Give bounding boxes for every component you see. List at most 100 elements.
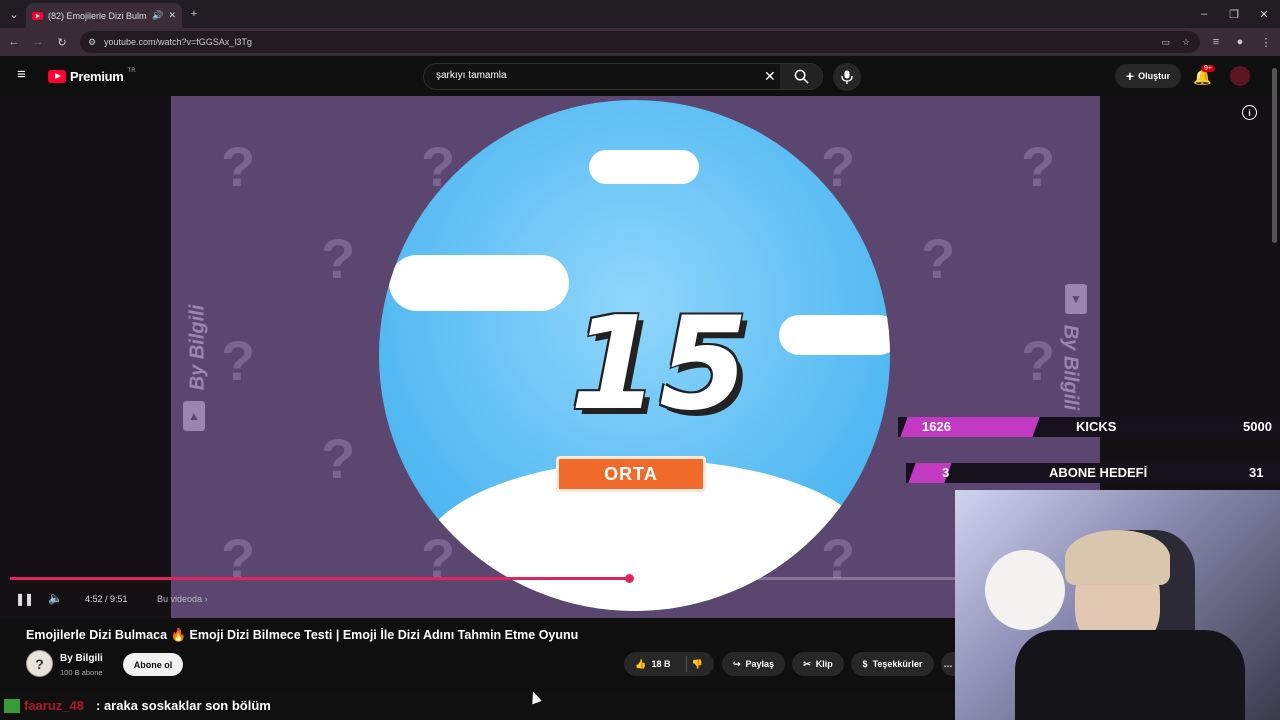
cloud [389, 255, 569, 311]
thanks-icon: $ [862, 659, 868, 669]
streamer-body [1015, 630, 1245, 720]
page-scrollbar[interactable] [1272, 68, 1277, 243]
browser-tab-bar: ⌄ (82) Emojilerle Dizi Bulmaca 🔊 ✕ + – ❐… [0, 0, 1280, 28]
streamer-webcam [955, 490, 1280, 720]
countdown-number: 15 [570, 290, 749, 439]
tab-search-icon[interactable]: ⌄ [6, 6, 22, 22]
more-actions-button[interactable]: … [941, 652, 955, 676]
question-mark: ? [221, 527, 256, 590]
notification-badge: 9+ [1201, 65, 1215, 72]
search-icon [794, 69, 809, 84]
sub-goal-target: 31 [1249, 465, 1264, 480]
kicks-goal: 5000 [1243, 419, 1272, 434]
cloud [589, 150, 699, 184]
progress-scrubber[interactable] [624, 574, 634, 583]
subscriber-count: 100 B abone [60, 668, 103, 677]
kicks-label: KICKS [1076, 419, 1117, 434]
plush-toy [985, 550, 1065, 630]
chevron-right-icon: › [204, 594, 208, 604]
up-arrow-icon: ▲ [183, 401, 205, 431]
clear-search-icon[interactable]: ✕ [764, 68, 776, 85]
like-button[interactable]: 👍 18 B 👎 [624, 652, 714, 676]
chapter-button[interactable]: Bu videoda › [157, 594, 208, 604]
reload-icon[interactable]: ↻ [54, 34, 70, 50]
chat-username: faaruz_48 [24, 698, 84, 713]
share-label: Paylaş [745, 659, 775, 669]
question-mark: ? [221, 329, 256, 392]
difficulty-label: ORTA [556, 456, 706, 492]
create-label: Oluştur [1138, 71, 1171, 81]
create-button[interactable]: + Oluştur [1115, 64, 1181, 88]
youtube-header: ≡ Premium TR ✕ + Oluştur 🔔 9+ [0, 56, 1280, 96]
region-code: TR [127, 67, 136, 74]
back-icon[interactable]: ← [6, 34, 22, 50]
mic-icon [841, 70, 853, 84]
time-display: 4:52 / 9:51 [85, 594, 128, 604]
clip-label: Klip [815, 659, 833, 669]
forward-icon[interactable]: → [30, 34, 46, 50]
restore-icon[interactable]: ❐ [1226, 6, 1242, 22]
browser-tab[interactable]: (82) Emojilerle Dizi Bulmaca 🔊 ✕ [26, 3, 182, 28]
media-icon[interactable]: ≡ [1208, 34, 1224, 50]
url-text: youtube.com/watch?v=fGGSAx_l3Tg [104, 37, 252, 47]
clip-button[interactable]: ✂ Klip [792, 652, 844, 676]
address-field[interactable]: ⚙ youtube.com/watch?v=fGGSAx_l3Tg ▭ ☆ [80, 31, 1200, 53]
thumbs-down-icon[interactable]: 👎 [692, 659, 703, 670]
pause-icon[interactable]: ❚❚ [15, 592, 34, 606]
search-box: ✕ [423, 63, 823, 90]
youtube-logo[interactable]: Premium TR [48, 67, 136, 84]
volume-icon[interactable]: 🔈 [48, 591, 63, 605]
youtube-play-icon [48, 70, 66, 83]
new-tab-icon[interactable]: + [186, 6, 202, 22]
question-mark: ? [921, 227, 956, 290]
thanks-label: Teşekkürler [872, 659, 923, 669]
progress-played [10, 577, 629, 580]
chapter-label: Bu videoda [157, 594, 203, 604]
share-icon: ↪ [732, 658, 741, 669]
thanks-button[interactable]: $ Teşekkürler [851, 652, 934, 676]
progress-bar[interactable] [10, 577, 955, 580]
account-avatar[interactable] [1230, 66, 1250, 86]
close-window-icon[interactable]: ✕ [1256, 6, 1272, 22]
question-mark: ? [321, 227, 356, 290]
install-icon[interactable]: ▭ [1161, 37, 1170, 48]
subscribe-button[interactable]: Abone ol [123, 653, 183, 676]
question-mark: ? [221, 135, 256, 198]
sub-current: 3 [942, 465, 950, 480]
like-divider [685, 656, 687, 672]
chat-badge-icon [4, 699, 20, 713]
chat-message: : araka soskaklar son bölüm [96, 698, 271, 713]
question-mark: ? [1021, 135, 1056, 198]
question-mark: ? [321, 427, 356, 490]
down-arrow-icon: ▼ [1065, 284, 1087, 314]
minimize-icon[interactable]: – [1196, 6, 1212, 22]
voice-search-button[interactable] [833, 63, 861, 91]
share-button[interactable]: ↪ Paylaş [722, 652, 785, 676]
audio-icon[interactable]: 🔊 [152, 10, 163, 21]
youtube-favicon-icon [32, 11, 43, 20]
info-icon[interactable]: i [1242, 105, 1257, 120]
question-mark: ? [1021, 329, 1056, 392]
thumbs-up-icon: 👍 [635, 658, 647, 669]
search-button[interactable] [780, 64, 822, 89]
site-info-icon[interactable]: ⚙ [88, 37, 96, 48]
streamer-hair [1065, 530, 1170, 585]
notifications-button[interactable]: 🔔 9+ [1193, 65, 1215, 86]
kicks-current: 1626 [922, 419, 951, 434]
channel-name[interactable]: By Bilgili [60, 653, 103, 664]
profile-icon[interactable]: ● [1232, 34, 1248, 50]
side-brand-right: By Bilgili [1059, 324, 1082, 411]
hamburger-menu-icon[interactable]: ≡ [17, 67, 31, 82]
menu-icon[interactable]: ⋮ [1258, 34, 1274, 50]
search-input[interactable] [434, 69, 754, 82]
plus-icon: + [1125, 68, 1135, 84]
close-tab-icon[interactable]: ✕ [168, 10, 176, 21]
chat-overlay: faaruz_48 : araka soskaklar son bölüm [0, 692, 955, 720]
bookmark-icon[interactable]: ☆ [1182, 37, 1190, 48]
channel-avatar[interactable]: ? [26, 650, 53, 677]
video-title[interactable]: Emojilerle Dizi Bulmaca 🔥 Emoji Dizi Bil… [26, 628, 578, 643]
like-count: 18 B [651, 659, 671, 669]
tab-title: (82) Emojilerle Dizi Bulmaca [48, 10, 147, 21]
brand-text: Premium [70, 69, 124, 84]
scissors-icon: ✂ [803, 658, 811, 669]
